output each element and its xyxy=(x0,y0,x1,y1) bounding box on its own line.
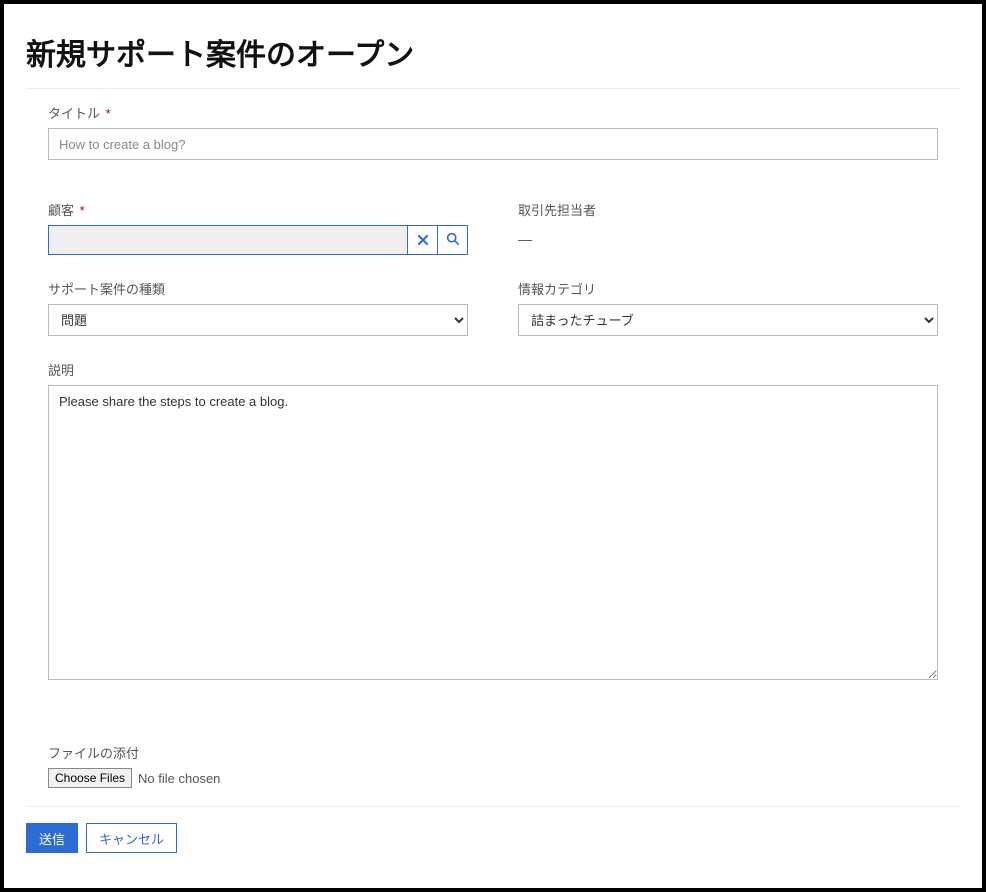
title-required-mark: * xyxy=(106,106,111,121)
choose-files-button[interactable]: Choose Files xyxy=(48,768,132,788)
contact-value: — xyxy=(518,225,938,247)
info-category-select[interactable]: 詰まったチューブ xyxy=(518,304,938,336)
customer-field: 顧客 * xyxy=(48,200,468,255)
customer-contact-row: 顧客 * xyxy=(48,200,938,279)
case-type-field: サポート案件の種類 問題 xyxy=(48,279,468,336)
title-input[interactable] xyxy=(48,128,938,160)
title-label-text: タイトル xyxy=(48,106,100,121)
attach-label: ファイルの添付 xyxy=(48,743,938,762)
attach-field: ファイルの添付 Choose Files No file chosen xyxy=(48,743,938,788)
title-label: タイトル * xyxy=(48,103,938,122)
info-category-field: 情報カテゴリ 詰まったチューブ xyxy=(518,279,938,336)
close-icon xyxy=(418,233,428,248)
page-title: 新規サポート案件のオープン xyxy=(26,30,960,74)
contact-label: 取引先担当者 xyxy=(518,200,938,219)
submit-button[interactable]: 送信 xyxy=(26,823,78,853)
type-category-row: サポート案件の種類 問題 情報カテゴリ 詰まったチューブ xyxy=(48,279,938,360)
cancel-button[interactable]: キャンセル xyxy=(86,823,177,853)
customer-input[interactable] xyxy=(49,226,407,254)
customer-label: 顧客 * xyxy=(48,200,468,219)
divider-top xyxy=(26,88,960,89)
info-category-label: 情報カテゴリ xyxy=(518,279,938,298)
divider-bottom xyxy=(26,806,960,807)
customer-label-text: 顧客 xyxy=(48,203,74,218)
title-field: タイトル * xyxy=(48,103,938,160)
description-label: 説明 xyxy=(48,360,938,379)
description-textarea[interactable] xyxy=(48,385,938,680)
customer-lookup xyxy=(48,225,468,255)
customer-clear-button[interactable] xyxy=(407,226,437,254)
search-icon xyxy=(446,232,459,248)
button-row: 送信 キャンセル xyxy=(26,823,960,853)
form-area: タイトル * 顧客 * xyxy=(26,103,960,788)
customer-search-button[interactable] xyxy=(437,226,467,254)
description-field: 説明 xyxy=(48,360,938,683)
file-status-text: No file chosen xyxy=(138,771,220,786)
case-type-select[interactable]: 問題 xyxy=(48,304,468,336)
file-row: Choose Files No file chosen xyxy=(48,768,938,788)
case-type-label: サポート案件の種類 xyxy=(48,279,468,298)
contact-field: 取引先担当者 — xyxy=(518,200,938,255)
customer-required-mark: * xyxy=(80,203,85,218)
app-frame: 新規サポート案件のオープン タイトル * 顧客 * xyxy=(0,0,986,892)
